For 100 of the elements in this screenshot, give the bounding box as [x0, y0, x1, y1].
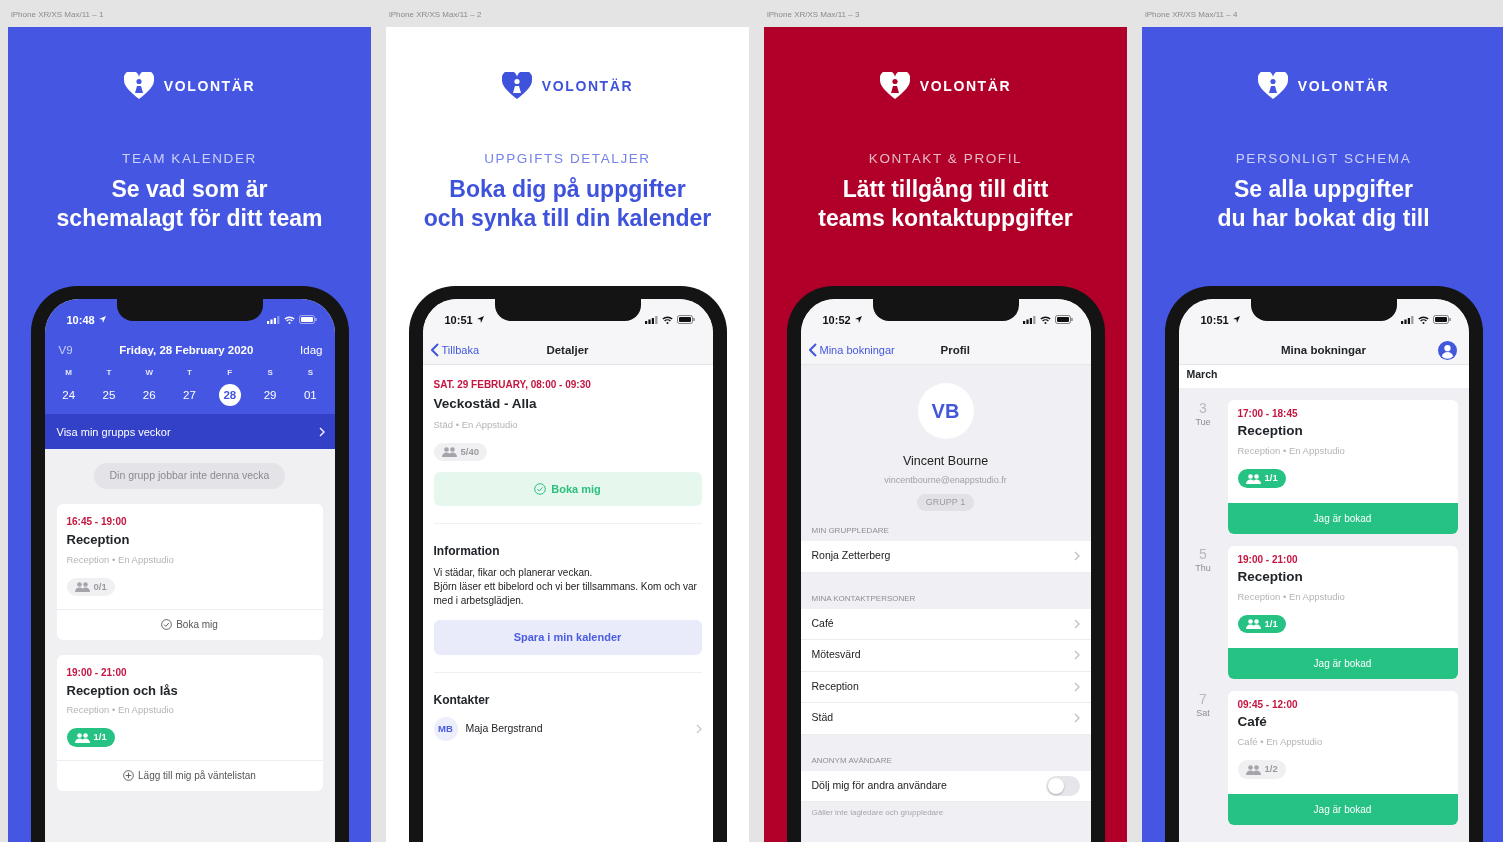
headline-text: Se vad som är [110, 175, 269, 205]
screen-title: Profil [940, 342, 970, 358]
artboard-label: iPhone XR/XS Max/11 – 4 [1144, 9, 1239, 21]
date-button[interactable]: 25 [97, 384, 120, 407]
contact-row[interactable]: Städ [800, 703, 1091, 735]
section-heading: ANONYM AVÄNDARE [810, 754, 893, 767]
contact-name[interactable]: Maja Bergstrand [465, 720, 688, 737]
chevron-icon [695, 723, 702, 734]
info-text: Björn läser ett bibelord och vi ber tillsammans. Kom och var med i arbetsglädjen. [433, 579, 698, 608]
date-button[interactable]: 26 [138, 384, 161, 407]
location-arrow-icon [1232, 316, 1240, 324]
chevron-icon [1073, 618, 1080, 629]
headline-text: och synka till din kalender [423, 204, 712, 234]
back-icon [430, 343, 439, 358]
screen-title: Mina bokningar [1281, 342, 1366, 358]
shift-meta: Reception • En Appstudio [66, 552, 175, 567]
heart-icon [501, 72, 532, 100]
wifi-icon [1039, 315, 1051, 324]
weekday-label: Tue [1195, 416, 1211, 429]
section-footnote: Gäller inte lagledare och gruppledare [810, 807, 945, 819]
location-arrow-icon [98, 316, 106, 324]
wifi-icon [283, 315, 295, 324]
heart-icon [879, 72, 910, 100]
section-heading: MINA KONTAKTPERSONER [810, 592, 917, 605]
task-datetime: SAT. 29 FEBRUARY, 08:00 - 09:30 [433, 378, 592, 393]
waitlist-button[interactable]: Lägg till mig på väntelistan [56, 759, 323, 791]
headline-text: du har bokat dig till [1217, 204, 1430, 234]
profile-email: vincentbourne@enappstudio.fr [884, 474, 1007, 487]
headline-text: teams kontaktuppgifter [818, 204, 1073, 234]
date-title: Friday, 28 February 2020 [119, 342, 254, 358]
brand-name: VOLONTÄR [541, 76, 634, 96]
weekday-label: Sat [1196, 707, 1210, 720]
task-title: Veckostäd - Alla [433, 395, 538, 414]
book-button[interactable]: Boka mig [56, 608, 323, 640]
brand-name: VOLONTÄR [919, 76, 1012, 96]
people-icon [441, 446, 457, 457]
date-button[interactable]: 27 [178, 384, 201, 407]
weekday-letter: T [106, 367, 112, 380]
signal-icon [1400, 315, 1414, 324]
plus-circle-icon [123, 769, 135, 781]
contact-row[interactable]: Café [800, 608, 1091, 640]
back-button[interactable]: Mina bokningar [800, 342, 895, 359]
attendee-count: 1/1 [1264, 616, 1278, 631]
task-meta: Städ • En Appstudio [433, 417, 519, 432]
month-header: March [1178, 365, 1469, 388]
group-weeks-link[interactable]: Visa min grupps veckor [44, 414, 335, 450]
section-heading: Information [433, 542, 501, 560]
chevron-icon [1073, 681, 1080, 692]
date-button[interactable]: 29 [259, 384, 282, 407]
people-icon [1245, 473, 1261, 484]
people-icon [74, 581, 90, 592]
date-button[interactable]: 28 [218, 384, 241, 407]
heart-icon [1257, 72, 1288, 100]
screen-kicker: PERSONLIGT SCHEMA [1235, 150, 1412, 168]
date-button[interactable]: 24 [57, 384, 80, 407]
week-number: V9 [58, 342, 73, 358]
heart-icon [123, 72, 154, 100]
battery-icon [298, 315, 317, 325]
save-to-calendar-button[interactable]: Spara i min kalender [433, 619, 702, 655]
date-button[interactable]: 01 [299, 384, 322, 407]
group-tag: GRUPP 1 [916, 493, 975, 511]
status-time: 10:51 [1200, 312, 1229, 328]
weekday-letter: W [145, 367, 153, 380]
check-circle-icon [161, 618, 173, 630]
booking-time: 09:45 - 12:00 [1237, 698, 1299, 712]
signal-icon [644, 315, 658, 324]
signal-icon [1022, 315, 1036, 324]
initials-avatar: MB [433, 716, 458, 741]
today-button[interactable]: Idag [300, 341, 323, 359]
profile-name: Vincent Bourne [902, 453, 989, 471]
week-notice: Din grupp jobbar inte denna vecka [93, 463, 286, 489]
headline-text: schemalagt för ditt team [56, 204, 323, 234]
weekday-letter: F [227, 367, 233, 380]
booking-meta: Reception • En Appstudio [1237, 589, 1346, 604]
headline-text: Se alla uppgifter [1233, 175, 1414, 205]
location-arrow-icon [476, 316, 484, 324]
contact-row[interactable]: Mötesvärd [800, 640, 1091, 672]
contact-row[interactable]: Ronja Zetterberg [800, 541, 1091, 573]
shift-title: Reception och lås [66, 681, 179, 700]
shift-time: 19:00 - 21:00 [66, 665, 128, 680]
wifi-icon [1417, 315, 1429, 324]
attendee-count: 1/2 [1264, 762, 1278, 777]
booking-time: 17:00 - 18:45 [1237, 407, 1299, 421]
signal-icon [266, 315, 280, 324]
back-button[interactable]: Tillbaka [422, 342, 479, 359]
contact-row[interactable]: Reception [800, 671, 1091, 703]
screen-kicker: KONTAKT & PROFIL [868, 150, 1023, 168]
initials-avatar: VB [917, 383, 974, 440]
location-arrow-icon [854, 316, 862, 324]
chevron-icon [1073, 713, 1080, 724]
artboard-label: iPhone XR/XS Max/11 – 1 [10, 9, 105, 21]
headline-text: Lätt tillgång till ditt [841, 175, 1050, 205]
chevron-icon [1073, 650, 1080, 661]
profile-icon[interactable] [1437, 340, 1457, 360]
booking-title: Reception [1237, 422, 1304, 440]
shift-time: 16:45 - 19:00 [66, 515, 128, 529]
toggle-switch[interactable] [1045, 775, 1080, 796]
battery-icon [676, 315, 695, 325]
chevron-icon [318, 426, 325, 437]
status-time: 10:48 [66, 312, 95, 328]
